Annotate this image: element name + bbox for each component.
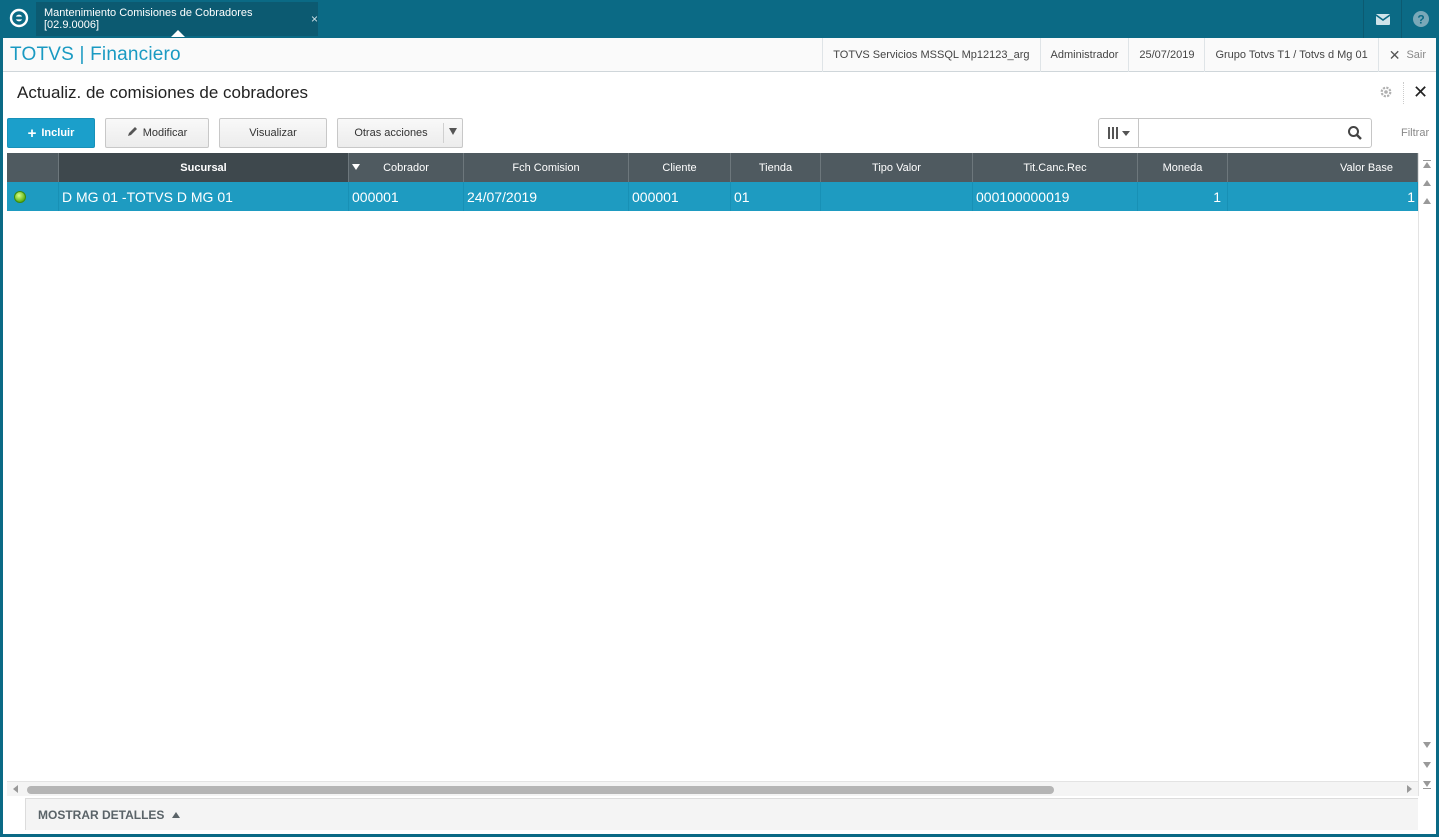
column-header-cliente[interactable]: Cliente bbox=[629, 153, 731, 182]
details-panel: MOSTRAR DETALLES bbox=[25, 798, 1418, 830]
tit-canc-rec-cell: 000100000019 bbox=[973, 182, 1138, 211]
column-header-valor-base[interactable]: Valor Base bbox=[1228, 153, 1418, 182]
module-brand: TOTVS | Financiero bbox=[10, 44, 181, 65]
dropdown-divider bbox=[443, 123, 444, 143]
user-info: Administrador bbox=[1039, 38, 1129, 72]
help-icon[interactable]: ? bbox=[1401, 0, 1439, 38]
tab-indicator bbox=[171, 30, 185, 37]
module-header: TOTVS | Financiero TOTVS Servicios MSSQL… bbox=[3, 38, 1436, 72]
other-actions-button[interactable]: Otras acciones bbox=[337, 118, 463, 148]
svg-text:?: ? bbox=[1417, 13, 1424, 27]
table-row[interactable]: D MG 01 -TOTVS D MG 01 000001 24/07/2019… bbox=[7, 182, 1418, 211]
chevron-down-icon bbox=[449, 128, 457, 135]
server-info: TOTVS Servicios MSSQL Mp12123_arg bbox=[822, 38, 1039, 72]
tab-title: Mantenimiento Comisiones de Cobradores [… bbox=[44, 7, 253, 31]
view-button[interactable]: Visualizar bbox=[219, 118, 327, 148]
scroll-up-icon[interactable] bbox=[1421, 195, 1433, 207]
scroll-right-icon[interactable] bbox=[1407, 785, 1412, 793]
column-header-status[interactable] bbox=[7, 153, 59, 182]
exit-button[interactable]: ✕ Sair bbox=[1377, 38, 1436, 72]
app-topbar: Mantenimiento Comisiones de Cobradores [… bbox=[0, 0, 1439, 38]
show-details-button[interactable]: MOSTRAR DETALLES bbox=[38, 808, 181, 822]
data-grid: Sucursal Cobrador Fch Comision Cliente T… bbox=[7, 153, 1418, 781]
valor-base-cell: 1 bbox=[1228, 182, 1418, 211]
session-info: TOTVS Servicios MSSQL Mp12123_arg Admini… bbox=[822, 38, 1436, 72]
scroll-down-icon[interactable] bbox=[1421, 739, 1433, 751]
main-window: TOTVS | Financiero TOTVS Servicios MSSQL… bbox=[3, 38, 1436, 834]
other-actions-label: Otras acciones bbox=[354, 127, 428, 139]
show-details-label: MOSTRAR DETALLES bbox=[38, 808, 165, 822]
date-info: 25/07/2019 bbox=[1128, 38, 1204, 72]
sort-desc-icon bbox=[352, 164, 360, 170]
gear-icon[interactable] bbox=[1379, 85, 1393, 99]
pencil-icon bbox=[127, 126, 138, 140]
page-down-icon[interactable] bbox=[1421, 759, 1433, 771]
tab-close-icon[interactable]: × bbox=[311, 12, 318, 26]
search-box bbox=[1098, 118, 1372, 148]
tab-active[interactable]: Mantenimiento Comisiones de Cobradores [… bbox=[36, 2, 318, 37]
column-header-tipo-valor[interactable]: Tipo Valor bbox=[821, 153, 973, 182]
exit-label: Sair bbox=[1406, 49, 1426, 61]
cliente-cell: 000001 bbox=[629, 182, 731, 211]
column-header-moneda[interactable]: Moneda bbox=[1138, 153, 1228, 182]
column-header-tit-canc-rec[interactable]: Tit.Canc.Rec bbox=[973, 153, 1138, 182]
company-info[interactable]: Grupo Totvs T1 / Totvs d Mg 01 bbox=[1204, 38, 1377, 72]
column-header-label: Sucursal bbox=[180, 161, 227, 174]
column-header-label: Cobrador bbox=[383, 161, 429, 174]
mail-icon[interactable] bbox=[1363, 0, 1401, 38]
scroll-thumb[interactable] bbox=[27, 786, 1054, 794]
cobrador-cell: 000001 bbox=[349, 182, 464, 211]
divider bbox=[1403, 82, 1404, 104]
filter-link[interactable]: Filtrar bbox=[1401, 127, 1429, 139]
vertical-scrollbar[interactable] bbox=[1418, 153, 1434, 796]
column-header-sucursal[interactable]: Sucursal bbox=[59, 153, 349, 182]
status-green-icon bbox=[14, 190, 26, 203]
page-up-icon[interactable] bbox=[1421, 177, 1433, 189]
fch-comision-cell: 24/07/2019 bbox=[464, 182, 629, 211]
close-icon: ✕ bbox=[1388, 46, 1401, 63]
columns-icon[interactable] bbox=[1099, 119, 1139, 147]
column-header-cobrador[interactable]: Cobrador bbox=[349, 153, 464, 182]
scroll-left-icon[interactable] bbox=[13, 785, 18, 793]
sucursal-cell: D MG 01 -TOTVS D MG 01 bbox=[59, 182, 349, 211]
grid-header: Sucursal Cobrador Fch Comision Cliente T… bbox=[7, 153, 1418, 182]
status-cell bbox=[7, 182, 59, 211]
column-header-tienda[interactable]: Tienda bbox=[731, 153, 821, 182]
search-input[interactable] bbox=[1140, 119, 1340, 147]
search-icon[interactable] bbox=[1347, 125, 1363, 141]
include-label: Incluir bbox=[41, 127, 75, 139]
scroll-bottom-icon[interactable] bbox=[1421, 779, 1433, 791]
scroll-top-icon[interactable] bbox=[1421, 158, 1433, 170]
tienda-cell: 01 bbox=[731, 182, 821, 211]
modify-label: Modificar bbox=[142, 127, 188, 139]
modify-button[interactable]: Modificar bbox=[105, 118, 209, 148]
close-window-icon[interactable]: ✕ bbox=[1413, 82, 1428, 103]
chevron-up-icon bbox=[172, 812, 181, 818]
column-header-fch-comision[interactable]: Fch Comision bbox=[464, 153, 629, 182]
page-title: Actualiz. de comisiones de cobradores bbox=[17, 83, 309, 102]
plus-icon: + bbox=[27, 124, 37, 142]
include-button[interactable]: + Incluir bbox=[7, 118, 95, 148]
top-actions: ? bbox=[1363, 0, 1439, 38]
tipo-valor-cell bbox=[821, 182, 973, 211]
horizontal-scrollbar[interactable] bbox=[7, 781, 1418, 796]
totvs-logo-icon[interactable] bbox=[8, 7, 30, 29]
view-label: Visualizar bbox=[249, 127, 297, 139]
moneda-cell: 1 bbox=[1138, 182, 1228, 211]
